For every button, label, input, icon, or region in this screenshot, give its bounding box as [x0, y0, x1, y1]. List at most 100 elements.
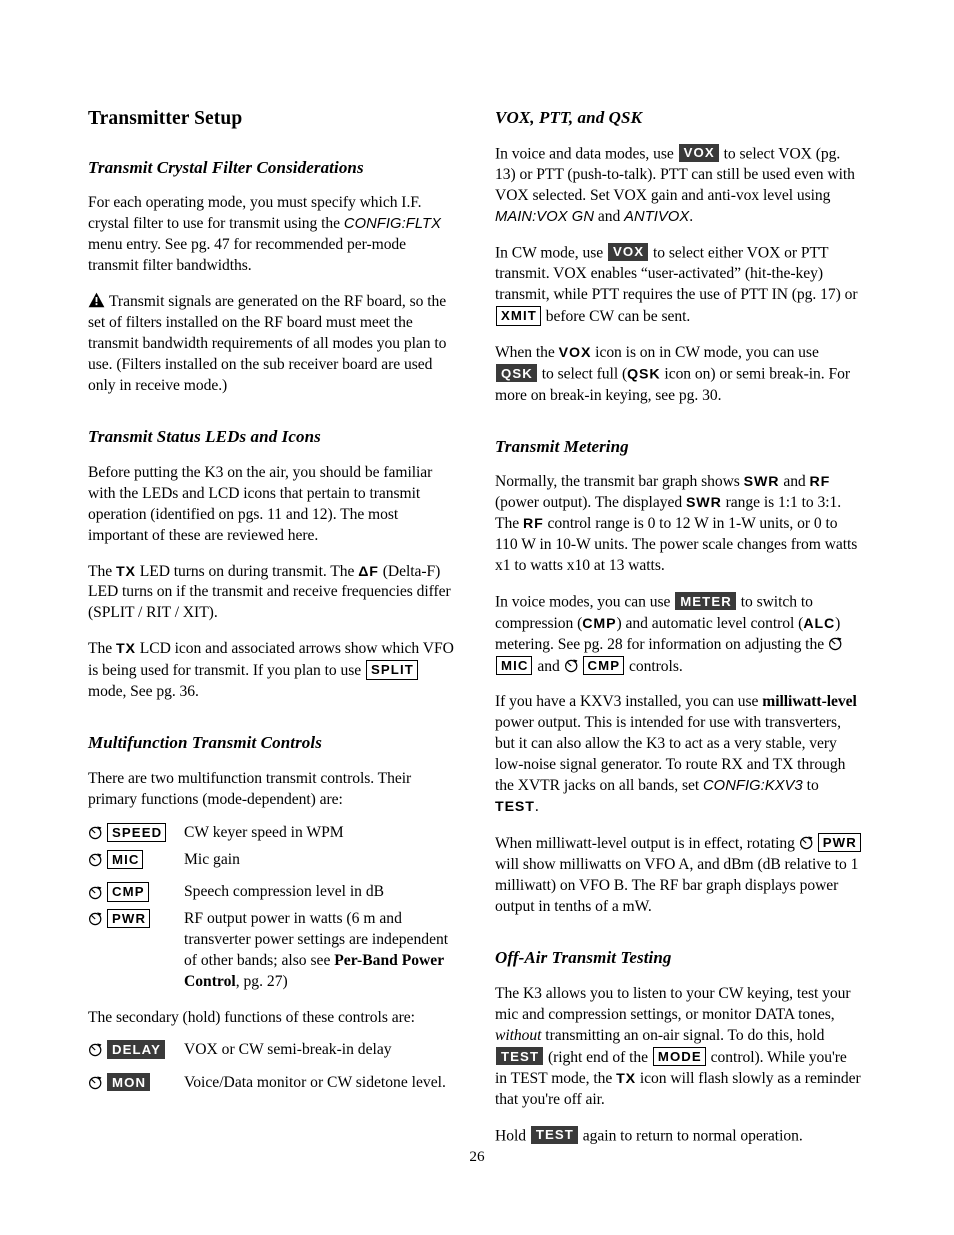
- knob-icon: [88, 885, 103, 900]
- button-label-mic[interactable]: MIC: [107, 849, 144, 869]
- button-label-test[interactable]: TEST: [530, 1125, 578, 1144]
- text-run: In voice and data modes, use: [495, 145, 678, 163]
- text-run: ) and automatic level control (: [616, 614, 804, 632]
- button-label-xmit[interactable]: XMIT: [496, 306, 541, 326]
- paragraph-multifunction-intro: There are two multifunction transmit con…: [88, 769, 412, 808]
- control-row-delay: DELAY VOX or CW semi-break-in delay: [88, 1039, 455, 1061]
- button-label-pwr[interactable]: PWR: [817, 833, 861, 853]
- text-run: Hold: [495, 1127, 530, 1145]
- control-description: VOX or CW semi-break-in delay: [184, 1041, 392, 1059]
- lcd-icon-qsk: QSK: [627, 366, 661, 383]
- text-run: will show milliwatts on VFO A, and dBm (…: [495, 856, 859, 916]
- control-key-cell: SPEED: [88, 822, 184, 843]
- button-label-meter[interactable]: METER: [675, 592, 736, 611]
- control-key-cell: PWR: [88, 908, 184, 929]
- knob-icon: [88, 911, 103, 926]
- emphasis-milliwatt-level: milliwatt-level: [762, 693, 857, 711]
- button-label-vox[interactable]: VOX: [607, 242, 649, 262]
- text-run: (power output). The displayed: [495, 494, 686, 512]
- text-run: and: [594, 207, 625, 225]
- button-label-cmp[interactable]: CMP: [107, 882, 149, 902]
- paragraph-leds-intro: Before putting the K3 on the air, you sh…: [88, 463, 433, 544]
- secondary-control-list: DELAY VOX or CW semi-break-in delay MON …: [88, 1039, 455, 1094]
- paragraph-qsk-breakin: When the VOX icon is on in CW mode, you …: [495, 343, 862, 406]
- paragraph-vox-cw-mode: In CW mode, use VOX to select either VOX…: [495, 242, 862, 328]
- button-label-split[interactable]: SPLIT: [366, 660, 418, 680]
- lcd-icon-swr: SWR: [685, 495, 722, 512]
- control-description: CW keyer speed in WPM: [184, 823, 344, 841]
- lcd-icon-tx: TX: [115, 563, 136, 580]
- paragraph-tx-lcd-icon: The TX LCD icon and associated arrows sh…: [88, 639, 455, 703]
- text-run: controls.: [625, 657, 683, 675]
- text-run: control range is 0 to 12 W in 1-W units,…: [495, 515, 858, 575]
- paragraph-kxv3-milliwatt: If you have a KXV3 installed, you can us…: [495, 692, 862, 818]
- text-run: In CW mode, use: [495, 244, 607, 262]
- paragraph-warning-rf-board: Transmit signals are generated on the RF…: [88, 292, 455, 397]
- button-label-mode[interactable]: MODE: [652, 1046, 706, 1066]
- knob-icon: [799, 835, 814, 850]
- paragraph-tx-led: The TX LED turns on during transmit. The…: [88, 562, 455, 625]
- control-key-cell: MIC: [88, 849, 184, 869]
- menu-entry-config-fltx: CONFIG:FLTX: [343, 216, 441, 233]
- section-heading-multifunction-transmit-controls: Multifunction Transmit Controls: [88, 733, 322, 753]
- section-heading-transmit-status-leds: Transmit Status LEDs and Icons: [88, 427, 321, 447]
- text-run: to: [802, 777, 819, 795]
- control-key-cell: MON: [88, 1072, 184, 1092]
- text-run: Normally, the transmit bar graph shows: [495, 473, 744, 491]
- text-run: menu entry. See pg. 47 for recommended p…: [88, 236, 407, 275]
- section-heading-vox-ptt-qsk: VOX, PTT, and QSK: [495, 108, 643, 127]
- section-heading-transmit-metering: Transmit Metering: [495, 436, 629, 456]
- text-run: and: [533, 657, 564, 675]
- text-run: When milliwatt-level output is in effect…: [495, 835, 799, 853]
- button-label-qsk[interactable]: QSK: [496, 364, 537, 383]
- button-label-vox[interactable]: VOX: [678, 143, 719, 162]
- text-run: icon is on in CW mode, you can use: [591, 344, 819, 362]
- section-heading-off-air-transmit-testing: Off-Air Transmit Testing: [495, 948, 672, 968]
- section-heading-transmit-crystal-filter: Transmit Crystal Filter Considerations: [88, 157, 364, 177]
- lcd-icon-cmp: CMP: [582, 615, 617, 632]
- button-label-speed[interactable]: SPEED: [107, 822, 167, 843]
- text-run: The: [88, 640, 116, 658]
- lcd-icon-swr: SWR: [743, 474, 780, 491]
- warning-triangle-icon: [88, 292, 105, 308]
- button-label-test[interactable]: TEST: [496, 1047, 544, 1066]
- menu-entry-antivox: ANTIVOX: [624, 208, 690, 225]
- text-run: LED turns on during transmit. The: [135, 562, 359, 580]
- text-run: mode, See pg. 36.: [88, 683, 199, 701]
- lcd-icon-tx: TX: [616, 1070, 637, 1087]
- button-label-mic[interactable]: MIC: [496, 655, 533, 675]
- text-run: before CW can be sent.: [541, 308, 691, 326]
- lcd-icon-tx: TX: [115, 641, 136, 658]
- text-run: (right end of the: [544, 1048, 652, 1066]
- lcd-icon-test: TEST: [495, 799, 535, 816]
- text-run: In voice modes, you can use: [495, 593, 675, 611]
- paragraph-milliwatt-pwr-display: When milliwatt-level output is in effect…: [495, 833, 862, 918]
- left-column: Transmitter Setup Transmit Crystal Filte…: [88, 108, 455, 1109]
- knob-icon: [828, 636, 843, 651]
- text-run: and: [779, 473, 810, 491]
- button-label-delay[interactable]: DELAY: [107, 1040, 165, 1059]
- paragraph-off-air-test-mode: The K3 allows you to listen to your CW k…: [495, 984, 862, 1111]
- knob-icon: [88, 852, 103, 867]
- paragraph-secondary-intro: The secondary (hold) functions of these …: [88, 1008, 415, 1026]
- text-run: .: [534, 798, 539, 816]
- button-label-cmp[interactable]: CMP: [582, 655, 625, 675]
- menu-entry-main-vox-gn: MAIN:VOX GN: [495, 208, 595, 225]
- text-run: to select full (: [537, 365, 628, 383]
- paragraph-exit-test-mode: Hold TEST again to return to normal oper…: [495, 1125, 862, 1147]
- text-run: again to return to normal operation.: [578, 1127, 803, 1145]
- knob-icon: [564, 658, 579, 673]
- text-run: , pg. 27): [235, 972, 288, 990]
- text-run: The: [88, 562, 116, 580]
- control-description: Mic gain: [184, 850, 240, 868]
- control-key-cell: DELAY: [88, 1039, 184, 1059]
- two-column-layout: Transmitter Setup Transmit Crystal Filte…: [88, 108, 874, 1147]
- knob-icon: [88, 1042, 103, 1057]
- emphasis-without: without: [495, 1026, 542, 1044]
- control-row-pwr: PWR RF output power in watts (6 m and tr…: [88, 908, 455, 992]
- control-row-mon: MON Voice/Data monitor or CW sidetone le…: [88, 1072, 455, 1094]
- page-title: Transmitter Setup: [88, 108, 243, 129]
- text-run: transmitting an on-air signal. To do thi…: [541, 1026, 825, 1044]
- button-label-mon[interactable]: MON: [107, 1073, 151, 1092]
- button-label-pwr[interactable]: PWR: [107, 909, 151, 929]
